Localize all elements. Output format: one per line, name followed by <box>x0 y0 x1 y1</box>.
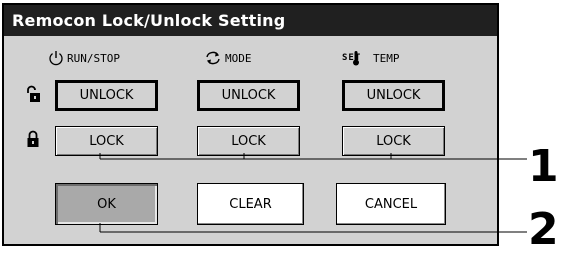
mode-cycle-icon <box>204 50 222 66</box>
column-header-set-temp: SET TEMP <box>342 50 400 66</box>
power-icon <box>48 50 64 66</box>
run-stop-unlock-button[interactable]: UNLOCK <box>55 80 158 111</box>
mode-lock-button[interactable]: LOCK <box>197 126 300 156</box>
dialog-title: Remocon Lock/Unlock Setting <box>4 5 497 36</box>
locked-padlock-icon <box>27 130 39 152</box>
callout-number-2: 2 <box>528 204 559 255</box>
clear-button[interactable]: CLEAR <box>197 183 304 225</box>
ok-button[interactable]: OK <box>55 183 158 225</box>
run-stop-lock-button[interactable]: LOCK <box>55 126 158 156</box>
column-label-set-temp: TEMP <box>373 51 400 65</box>
unlocked-padlock-icon <box>25 85 41 107</box>
callout-number-1: 1 <box>528 141 559 192</box>
column-header-mode: MODE <box>204 50 252 66</box>
set-temp-unlock-button[interactable]: UNLOCK <box>342 80 445 111</box>
cancel-button[interactable]: CANCEL <box>336 183 446 225</box>
set-temp-lock-button[interactable]: LOCK <box>342 126 445 156</box>
mode-unlock-button[interactable]: UNLOCK <box>197 80 300 111</box>
set-temp-icon: SET <box>342 50 370 66</box>
column-label-run-stop: RUN/STOP <box>67 51 120 65</box>
column-header-run-stop: RUN/STOP <box>48 50 120 66</box>
column-label-mode: MODE <box>225 51 252 65</box>
